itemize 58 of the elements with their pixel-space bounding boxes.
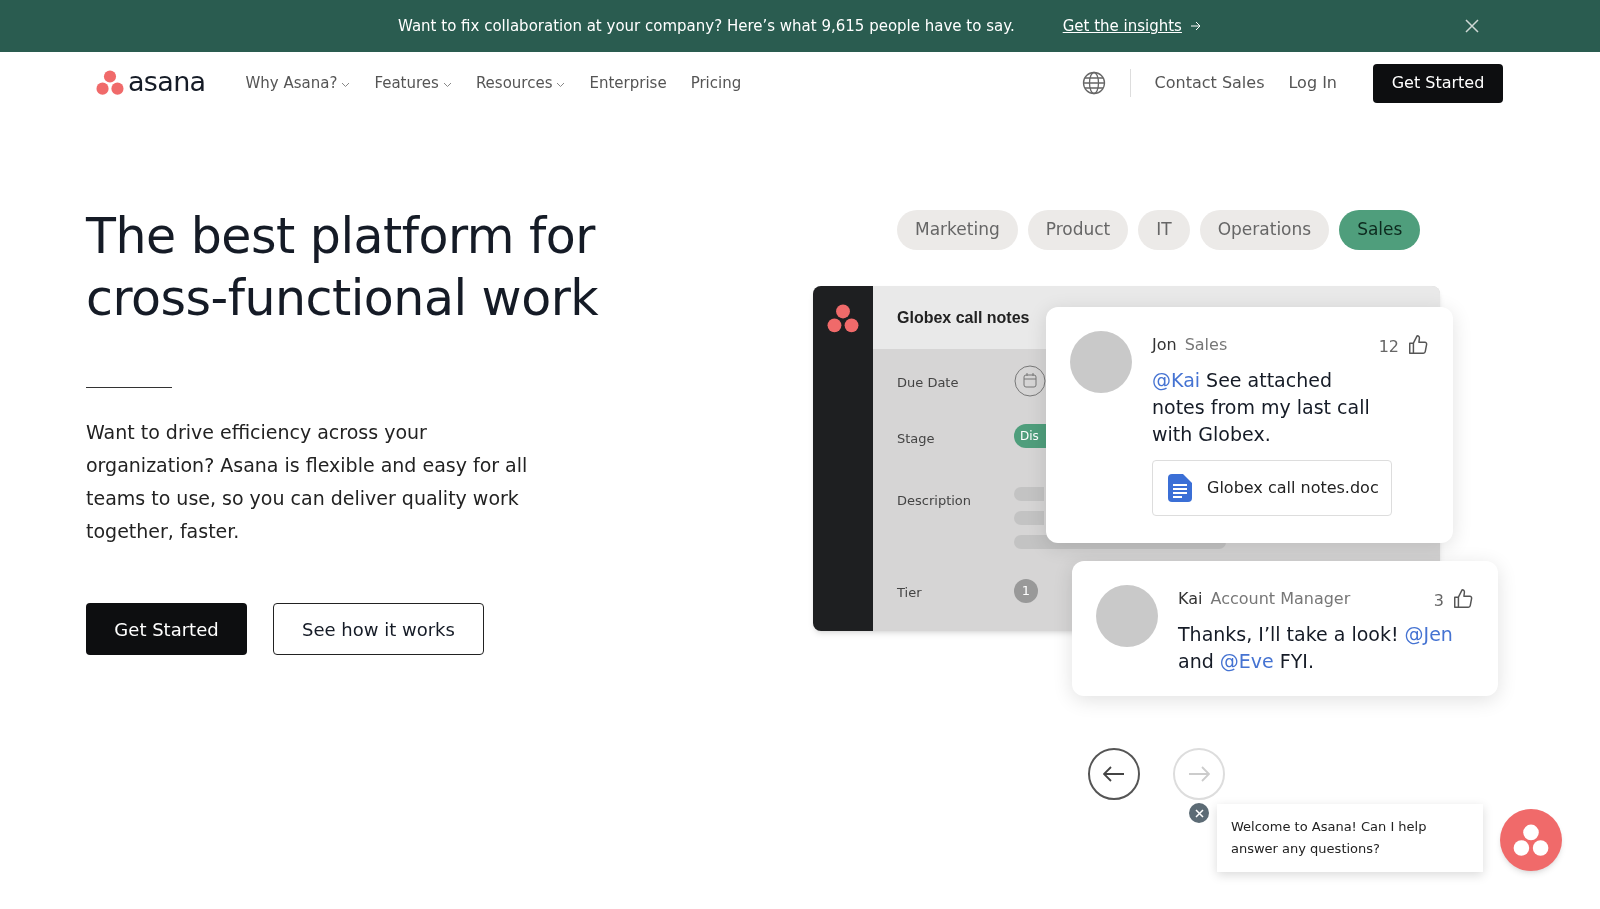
chat-launcher[interactable]: [1500, 809, 1562, 871]
document-icon: [1165, 473, 1195, 503]
close-icon: [1194, 808, 1204, 818]
caret-icon: [442, 82, 452, 88]
logo[interactable]: asana: [96, 70, 206, 96]
author-role: Account Manager: [1210, 588, 1351, 610]
author-name: Jon: [1152, 334, 1177, 356]
comment-text: Thanks, I’ll take a look! @Jen and @Eve FYI.: [1178, 622, 1454, 674]
stage-pill: Dis: [1014, 424, 1046, 448]
author-name: Kai: [1178, 588, 1203, 610]
nav-link[interactable]: Enterprise: [589, 71, 667, 95]
logo-text: asana: [128, 67, 206, 95]
team-tab[interactable]: IT: [1138, 210, 1190, 250]
arrow-right-icon: [1189, 20, 1202, 32]
field-label: Tier: [897, 584, 923, 602]
chat-message: Welcome to Asana! Can I help answer any questions?: [1231, 818, 1428, 858]
attachment-name: Globex call notes.doc: [1207, 477, 1379, 499]
see-how-it-works-button[interactable]: See how it works: [273, 603, 484, 655]
hero-paragraph: Want to drive efficiency across your organization? Asana is flexible and easy for all teams to use, so you can deliver quality work together, faster.: [86, 420, 529, 544]
nav-link[interactable]: Features: [374, 71, 452, 95]
nav-link[interactable]: Resources: [475, 71, 566, 95]
arrow-left-icon: [1103, 766, 1125, 782]
caret-icon: [341, 82, 351, 88]
nav-link[interactable]: Pricing: [690, 71, 742, 95]
logo-icon: [96, 70, 124, 96]
team-tab[interactable]: Marketing: [897, 210, 1018, 250]
like-count: 3: [1433, 590, 1444, 612]
hero-title: The best platform for cross-functional work: [86, 207, 600, 329]
calendar-icon: [1014, 365, 1046, 397]
team-tab[interactable]: Operations: [1199, 210, 1330, 250]
get-started-button[interactable]: Get Started: [1373, 63, 1503, 103]
tier-badge: 1: [1014, 579, 1038, 603]
globe-icon[interactable]: [1081, 71, 1106, 95]
app-logo-icon: [827, 304, 859, 333]
comment-text: @Kai See attached notes from my last call with Globex.: [1152, 368, 1371, 447]
task-title: Globex call notes: [897, 307, 1030, 328]
caret-icon: [556, 82, 566, 88]
author-role: Sales: [1184, 334, 1228, 356]
thumbs-up-icon[interactable]: [1452, 588, 1474, 610]
banner-text: Want to fix collaboration at your company? Here’s what 9,615 people have to say.: [398, 15, 1015, 37]
team-tab[interactable]: Sales: [1339, 210, 1421, 250]
like-count: 12: [1378, 336, 1399, 358]
thumbs-up-icon[interactable]: [1407, 334, 1429, 356]
close-icon[interactable]: [1465, 19, 1479, 33]
nav-link[interactable]: Why Asana?: [245, 71, 351, 95]
arrow-right-icon: [1188, 766, 1210, 782]
banner-link[interactable]: Get the insights: [1062, 14, 1202, 38]
previous-button[interactable]: [1088, 748, 1140, 800]
chat-logo-icon: [1513, 823, 1549, 857]
field-label: Due Date: [897, 374, 960, 392]
get-started-button[interactable]: Get Started: [86, 603, 247, 655]
team-tab[interactable]: Product: [1027, 210, 1129, 250]
nav-link[interactable]: Log In: [1288, 71, 1337, 95]
field-label: Description: [897, 492, 973, 510]
nav-link[interactable]: Contact Sales: [1154, 71, 1265, 95]
field-label: Stage: [897, 430, 936, 448]
chat-close-button[interactable]: [1189, 803, 1209, 823]
attachment[interactable]: Globex call notes.doc: [1152, 460, 1392, 516]
